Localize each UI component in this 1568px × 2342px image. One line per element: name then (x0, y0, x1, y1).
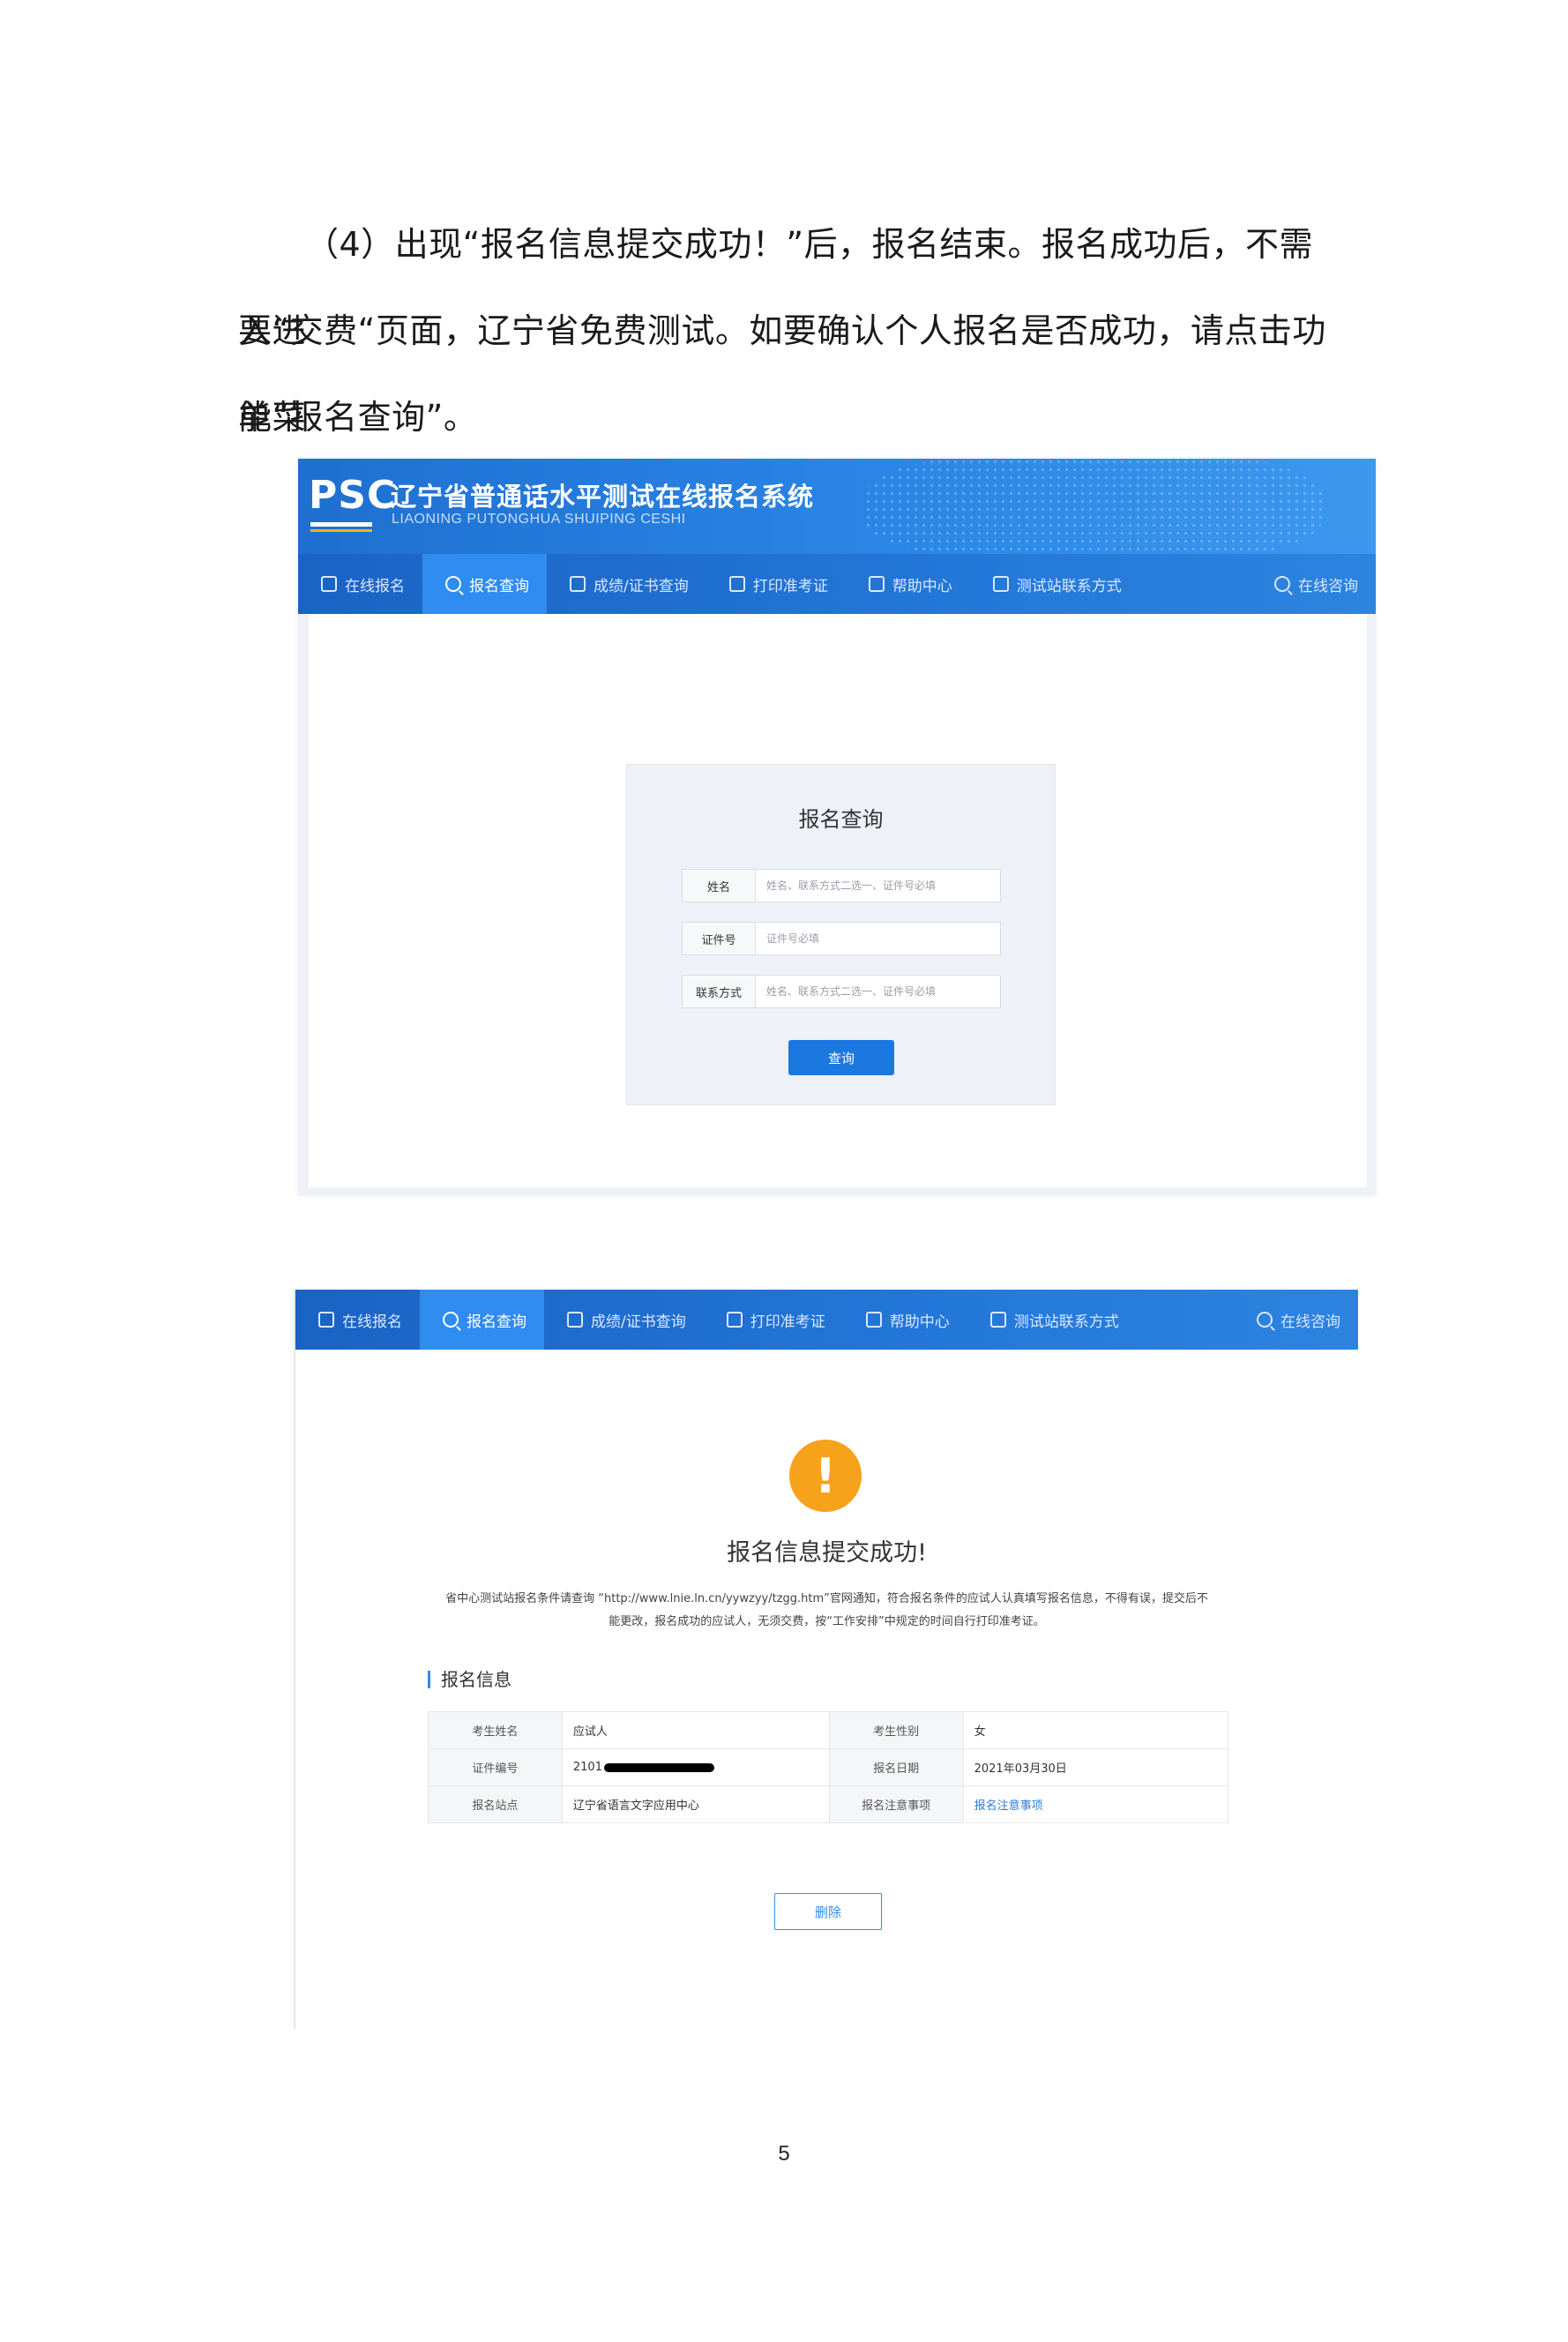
id-key: 证件编号 (428, 1748, 563, 1786)
nav-label: 在线报名 (342, 1313, 402, 1331)
world-map-decoration (864, 459, 1323, 554)
contact-label: 联系方式 (683, 976, 756, 1007)
logo-underline (310, 522, 372, 527)
nav-label: 成绩/证书查询 (591, 1313, 686, 1331)
nav-label: 测试站联系方式 (1013, 1313, 1119, 1331)
nav-label: 报名查询 (469, 577, 529, 595)
name-value: 应试人 (561, 1711, 830, 1749)
main-content: 报名查询 姓名 证件号 联系方式 查询 (309, 614, 1367, 1187)
search-icon (443, 1312, 459, 1328)
system-title: 辽宁省普通话水平测试在线报名系统 (391, 482, 815, 512)
system-subtitle: LIAONING PUTONGHUA SHUIPING CESHI (392, 512, 686, 527)
name-input[interactable] (756, 870, 1000, 902)
section-label: 报名信息 (428, 1671, 511, 1688)
header-banner: PSC 辽宁省普通话水平测试在线报名系统 LIAONING PUTONGHUA … (298, 459, 1376, 554)
notes-link[interactable]: 报名注意事项 (974, 1800, 1043, 1813)
delete-button[interactable]: 删除 (774, 1893, 882, 1930)
query-button[interactable]: 查询 (788, 1040, 894, 1075)
nav-print-admission[interactable]: 打印准考证 (706, 554, 846, 614)
printer-icon (728, 576, 745, 592)
gender-value: 女 (962, 1711, 1229, 1749)
notice-line-2: 能更改，报名成功的应试人，无须交费，按“工作安排”中规定的时间自行打印准考证。 (609, 1615, 1045, 1628)
nav-online-register[interactable]: 在线报名 (295, 1290, 420, 1350)
id-label: 证件号 (683, 923, 756, 954)
nav-score-certificate-query[interactable]: 成绩/证书查询 (544, 1290, 704, 1350)
nav-help-center[interactable]: 帮助中心 (843, 1290, 967, 1350)
id-number-input[interactable] (756, 923, 1000, 954)
nav-label: 成绩/证书查询 (594, 577, 689, 595)
phone-icon (989, 1312, 1006, 1328)
name-label: 姓名 (683, 870, 756, 902)
table-row: 考生姓名 应试人 考生性别 女 (428, 1711, 1229, 1749)
nav-label: 在线咨询 (1281, 1313, 1340, 1331)
nav-register-query[interactable]: 报名查询 (422, 554, 547, 614)
psc-logo[interactable]: PSC (309, 473, 396, 518)
edit-icon (321, 576, 337, 592)
id-row: 证件号 (682, 922, 1001, 955)
id-prefix: 2101 (572, 1761, 602, 1774)
nav-label: 打印准考证 (752, 577, 828, 595)
nav-label: 报名查询 (467, 1313, 526, 1331)
date-key: 报名日期 (828, 1748, 964, 1786)
nav-label: 帮助中心 (892, 577, 952, 595)
query-title: 报名查询 (798, 807, 884, 832)
edit-icon (318, 1312, 334, 1328)
nav-test-site-contact[interactable]: 测试站联系方式 (967, 1290, 1137, 1350)
nav-label: 在线报名 (345, 577, 405, 595)
query-page-screenshot: PSC 辽宁省普通话水平测试在线报名系统 LIAONING PUTONGHUA … (298, 459, 1376, 1195)
query-form: 报名查询 姓名 证件号 联系方式 查询 (626, 764, 1056, 1105)
nav-label: 打印准考证 (750, 1313, 825, 1331)
notice-line-1: 省中心测试站报名条件请查询 “http://www.lnie.ln.cn/yyw… (445, 1592, 1208, 1605)
redaction-mark (603, 1762, 714, 1772)
name-key: 考生姓名 (428, 1711, 563, 1749)
nav-online-consult[interactable]: 在线咨询 (1251, 554, 1376, 614)
nav-label: 帮助中心 (889, 1313, 950, 1331)
name-row: 姓名 (682, 869, 1001, 902)
chat-icon (1274, 576, 1290, 592)
contact-row: 联系方式 (682, 975, 1001, 1008)
nav-register-query[interactable]: 报名查询 (420, 1290, 544, 1350)
nav-online-register[interactable]: 在线报名 (298, 554, 422, 614)
nav-label: 在线咨询 (1298, 577, 1358, 595)
logo-underline-accent (310, 529, 372, 532)
instruction-line-3: 单“报名查询”。 (238, 398, 478, 437)
notes-cell: 报名注意事项 (962, 1785, 1229, 1823)
search-icon (445, 576, 461, 592)
nav-help-center[interactable]: 帮助中心 (846, 554, 970, 614)
gender-key: 考生性别 (828, 1711, 964, 1749)
notice-text: 省中心测试站报名条件请查询 “http://www.lnie.ln.cn/yyw… (428, 1588, 1226, 1634)
nav-label: 测试站联系方式 (1016, 577, 1122, 595)
warning-icon: ! (789, 1440, 862, 1512)
table-row: 报名站点 辽宁省语言文字应用中心 报名注意事项 报名注意事项 (428, 1785, 1229, 1823)
registration-info-table: 考生姓名 应试人 考生性别 女 证件编号 2101 报名日期 2021年03月3… (428, 1711, 1229, 1823)
help-icon (868, 576, 885, 592)
logo-text: PSC (309, 473, 397, 518)
site-value: 辽宁省语言文字应用中心 (561, 1785, 830, 1823)
contact-input[interactable] (756, 976, 1000, 1007)
phone-icon (992, 576, 1009, 592)
main-nav: 在线报名 报名查询 成绩/证书查询 打印准考证 帮助中心 测试站联系方式 在线咨… (295, 1290, 1358, 1350)
submit-success-screenshot: 在线报名 报名查询 成绩/证书查询 打印准考证 帮助中心 测试站联系方式 在线咨… (294, 1290, 1358, 2029)
help-icon (865, 1312, 882, 1328)
id-value: 2101 (561, 1748, 830, 1786)
certificate-search-icon (570, 576, 586, 592)
printer-icon (726, 1312, 743, 1328)
table-row: 证件编号 2101 报名日期 2021年03月30日 (428, 1748, 1229, 1786)
certificate-search-icon (567, 1312, 583, 1328)
notes-key: 报名注意事项 (828, 1785, 964, 1823)
site-key: 报名站点 (428, 1785, 563, 1823)
date-value: 2021年03月30日 (962, 1748, 1229, 1786)
chat-icon (1257, 1312, 1273, 1328)
nav-online-consult[interactable]: 在线咨询 (1234, 1290, 1358, 1350)
main-nav: 在线报名 报名查询 成绩/证书查询 打印准考证 帮助中心 测试站联系方式 在线咨… (298, 554, 1376, 614)
page-number: 5 (778, 2142, 790, 2166)
success-title: 报名信息提交成功! (727, 1539, 927, 1567)
nav-print-admission[interactable]: 打印准考证 (704, 1290, 843, 1350)
nav-score-certificate-query[interactable]: 成绩/证书查询 (547, 554, 706, 614)
nav-test-site-contact[interactable]: 测试站联系方式 (970, 554, 1139, 614)
